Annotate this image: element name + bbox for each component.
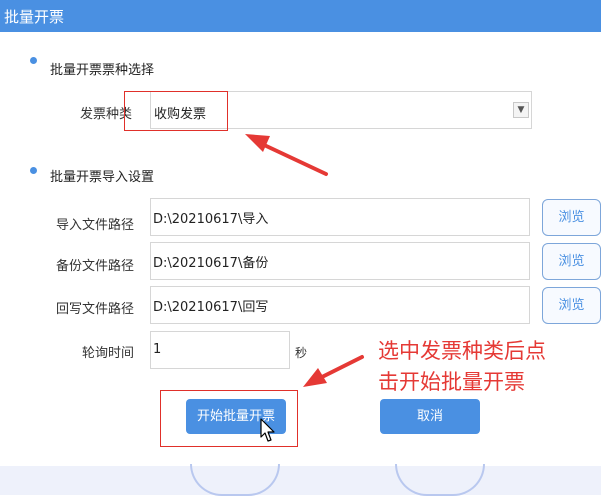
decorative-shape [395,464,485,496]
decorative-shape [190,464,280,496]
annotation-line-1: 选中发票种类后点 [378,339,546,363]
annotation-text: 选中发票种类后点 击开始批量开票 [378,336,546,398]
annotation-arrows [245,134,364,387]
background-band [0,464,601,496]
arrow-to-invoice-type-icon [245,134,328,176]
annotation-line-2: 击开始批量开票 [378,370,525,394]
arrow-to-start-button-icon [303,355,364,387]
